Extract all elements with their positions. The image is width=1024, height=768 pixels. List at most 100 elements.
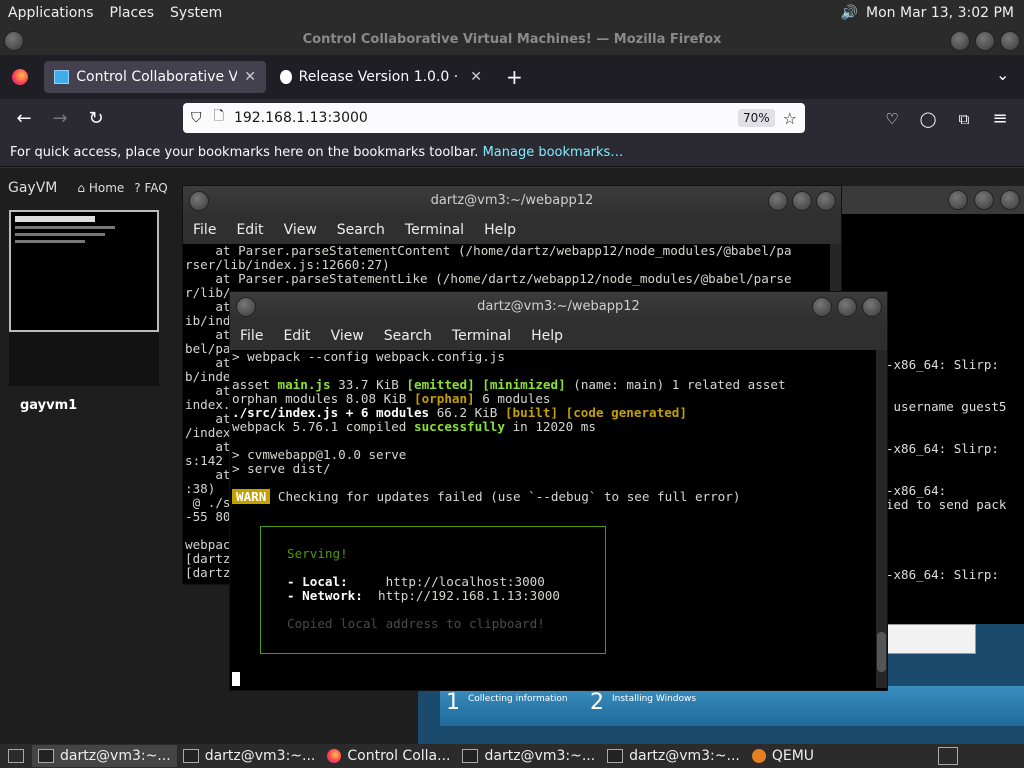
terminal-icon	[38, 749, 54, 763]
terminal-line: at Parser.parseStatementContent (/home/d…	[185, 244, 792, 258]
maximize-button[interactable]	[975, 31, 995, 51]
site-brand[interactable]: GayVM	[8, 180, 57, 196]
vm-terminal-line	[886, 526, 1024, 540]
taskbar-item-terminal-2[interactable]: dartz@vm3:~...	[177, 745, 322, 767]
new-tab-button[interactable]: +	[506, 65, 523, 89]
applications-menu[interactable]: Applications	[8, 5, 94, 21]
terminal-menubar: File Edit View Search Terminal Help	[183, 216, 841, 244]
serving-text: Serving!	[287, 546, 348, 561]
vm-screenshot[interactable]	[9, 210, 159, 332]
terminal-window-front[interactable]: dartz@vm3:~/webapp12 File Edit View Sear…	[230, 292, 887, 690]
terminal-icon	[182, 749, 199, 763]
window-menu-button[interactable]	[236, 297, 256, 317]
taskbar: dartz@vm3:~... dartz@vm3:~... Control Co…	[0, 744, 1024, 768]
url-text[interactable]: 192.168.1.13:3000	[234, 110, 368, 126]
tab-release[interactable]: Release Version 1.0.0 · raspi ✕	[270, 61, 492, 93]
close-tab-icon[interactable]: ✕	[470, 69, 482, 85]
menu-help[interactable]: Help	[531, 328, 563, 344]
cmd-serve: > cvmwebapp@1.0.0 serve	[232, 447, 407, 462]
maximize-button[interactable]	[837, 297, 857, 317]
minimize-button[interactable]	[948, 190, 968, 210]
manage-bookmarks-link[interactable]: Manage bookmarks…	[483, 145, 624, 160]
menu-file[interactable]: File	[240, 328, 263, 344]
vm-card[interactable]	[9, 210, 159, 386]
forward-button[interactable]: →	[48, 107, 72, 131]
menu-search[interactable]: Search	[337, 222, 385, 238]
close-button[interactable]	[862, 297, 882, 317]
menu-search[interactable]: Search	[384, 328, 432, 344]
tab-control-collaborative[interactable]: Control Collaborative Virtua ✕	[44, 61, 266, 93]
taskbar-item-qemu[interactable]: QEMU	[746, 745, 820, 767]
taskbar-item-firefox[interactable]: Control Colla...	[321, 745, 456, 767]
close-button[interactable]	[1000, 31, 1020, 51]
cmd-serve-dist: > serve dist/	[232, 461, 331, 476]
menu-icon[interactable]: ≡	[988, 107, 1012, 131]
asset-line: asset main.js 33.7 KiB [emitted] [minimi…	[232, 377, 786, 392]
places-menu[interactable]: Places	[110, 5, 155, 21]
window-menu-button[interactable]	[4, 31, 24, 51]
setup-progress-bar: 1 Collecting information 2 Installing Wi…	[440, 686, 1024, 726]
taskbar-item-terminal-3[interactable]: dartz@vm3:~...	[456, 745, 601, 767]
show-desktop-icon[interactable]	[8, 749, 24, 763]
vm-terminal-line	[886, 274, 1024, 288]
vm-terminal-line: username guest5	[886, 399, 1007, 414]
site-nav: GayVM ⌂ Home ? FAQ	[0, 176, 168, 200]
system-menu[interactable]: System	[170, 5, 222, 21]
warn-badge: WARN	[232, 489, 271, 504]
close-tab-icon[interactable]: ✕	[244, 69, 256, 85]
scrollbar[interactable]	[876, 350, 887, 688]
network-url[interactable]: http://192.168.1.13:3000	[378, 588, 560, 603]
maximize-button[interactable]	[974, 190, 994, 210]
terminal-titlebar: dartz@vm3:~/webapp12	[230, 292, 887, 322]
workspace-switcher-icon[interactable]	[938, 747, 958, 765]
vm-terminal-line	[886, 316, 1024, 330]
serve-box: Serving! - Local: http://localhost:3000 …	[260, 526, 606, 654]
reload-button[interactable]: ↻	[84, 107, 108, 131]
minimize-button[interactable]	[950, 31, 970, 51]
menu-terminal[interactable]: Terminal	[405, 222, 464, 238]
menu-view[interactable]: View	[331, 328, 364, 344]
close-button[interactable]	[1000, 190, 1020, 210]
minimize-button[interactable]	[768, 191, 788, 211]
maximize-button[interactable]	[792, 191, 812, 211]
computer-icon	[54, 70, 70, 84]
vm-terminal-line	[886, 330, 1024, 344]
account-icon[interactable]: ◯	[916, 107, 940, 131]
url-bar[interactable]: ⛉ 🗋 192.168.1.13:3000 70% ☆	[183, 103, 805, 133]
vm-terminal-line	[886, 260, 1024, 274]
home-link[interactable]: ⌂ Home	[77, 181, 124, 195]
vm-terminal-line	[886, 456, 1024, 470]
taskbar-item-terminal-1[interactable]: dartz@vm3:~...	[32, 745, 177, 767]
firefox-window-title: Control Collaborative Virtual Machines! …	[0, 25, 1024, 55]
firefox-icon[interactable]	[12, 69, 28, 85]
pocket-icon[interactable]: ♡	[880, 107, 904, 131]
terminal-output[interactable]: > webpack --config webpack.config.js ass…	[232, 350, 875, 688]
close-button[interactable]	[816, 191, 836, 211]
window-menu-button[interactable]	[189, 191, 209, 211]
menu-terminal[interactable]: Terminal	[452, 328, 511, 344]
zoom-indicator[interactable]: 70%	[737, 109, 775, 127]
vm-terminal-output: -x86_64: Slirp: username guest5 -x86_64:…	[886, 246, 1024, 582]
menu-help[interactable]: Help	[484, 222, 516, 238]
minimize-button[interactable]	[812, 297, 832, 317]
taskbar-item-terminal-4[interactable]: dartz@vm3:~...	[601, 745, 746, 767]
menu-edit[interactable]: Edit	[283, 328, 310, 344]
bookmark-star-icon[interactable]: ☆	[783, 109, 797, 128]
page-info-icon[interactable]: 🗋	[214, 107, 224, 129]
top-panel: Applications Places System 🔊 Mon Mar 13,…	[0, 0, 1024, 25]
vm-name[interactable]: gayvm1	[20, 398, 77, 413]
local-url[interactable]: http://localhost:3000	[386, 574, 545, 589]
faq-link[interactable]: ? FAQ	[134, 181, 167, 195]
volume-icon[interactable]: 🔊	[841, 5, 858, 21]
extensions-icon[interactable]: ⧉	[952, 107, 976, 131]
back-button[interactable]: ←	[12, 107, 36, 131]
menu-edit[interactable]: Edit	[236, 222, 263, 238]
clock[interactable]: Mon Mar 13, 3:02 PM	[866, 5, 1014, 21]
vm-terminal-line: ied to send pack	[886, 497, 1007, 512]
tab-strip: Control Collaborative Virtua ✕ Release V…	[0, 55, 1024, 99]
vm-terminal-line	[886, 288, 1024, 302]
menu-view[interactable]: View	[284, 222, 317, 238]
list-tabs-chevron-icon[interactable]: ⌄	[996, 65, 1009, 84]
menu-file[interactable]: File	[193, 222, 216, 238]
shield-icon[interactable]: ⛉	[191, 110, 202, 126]
